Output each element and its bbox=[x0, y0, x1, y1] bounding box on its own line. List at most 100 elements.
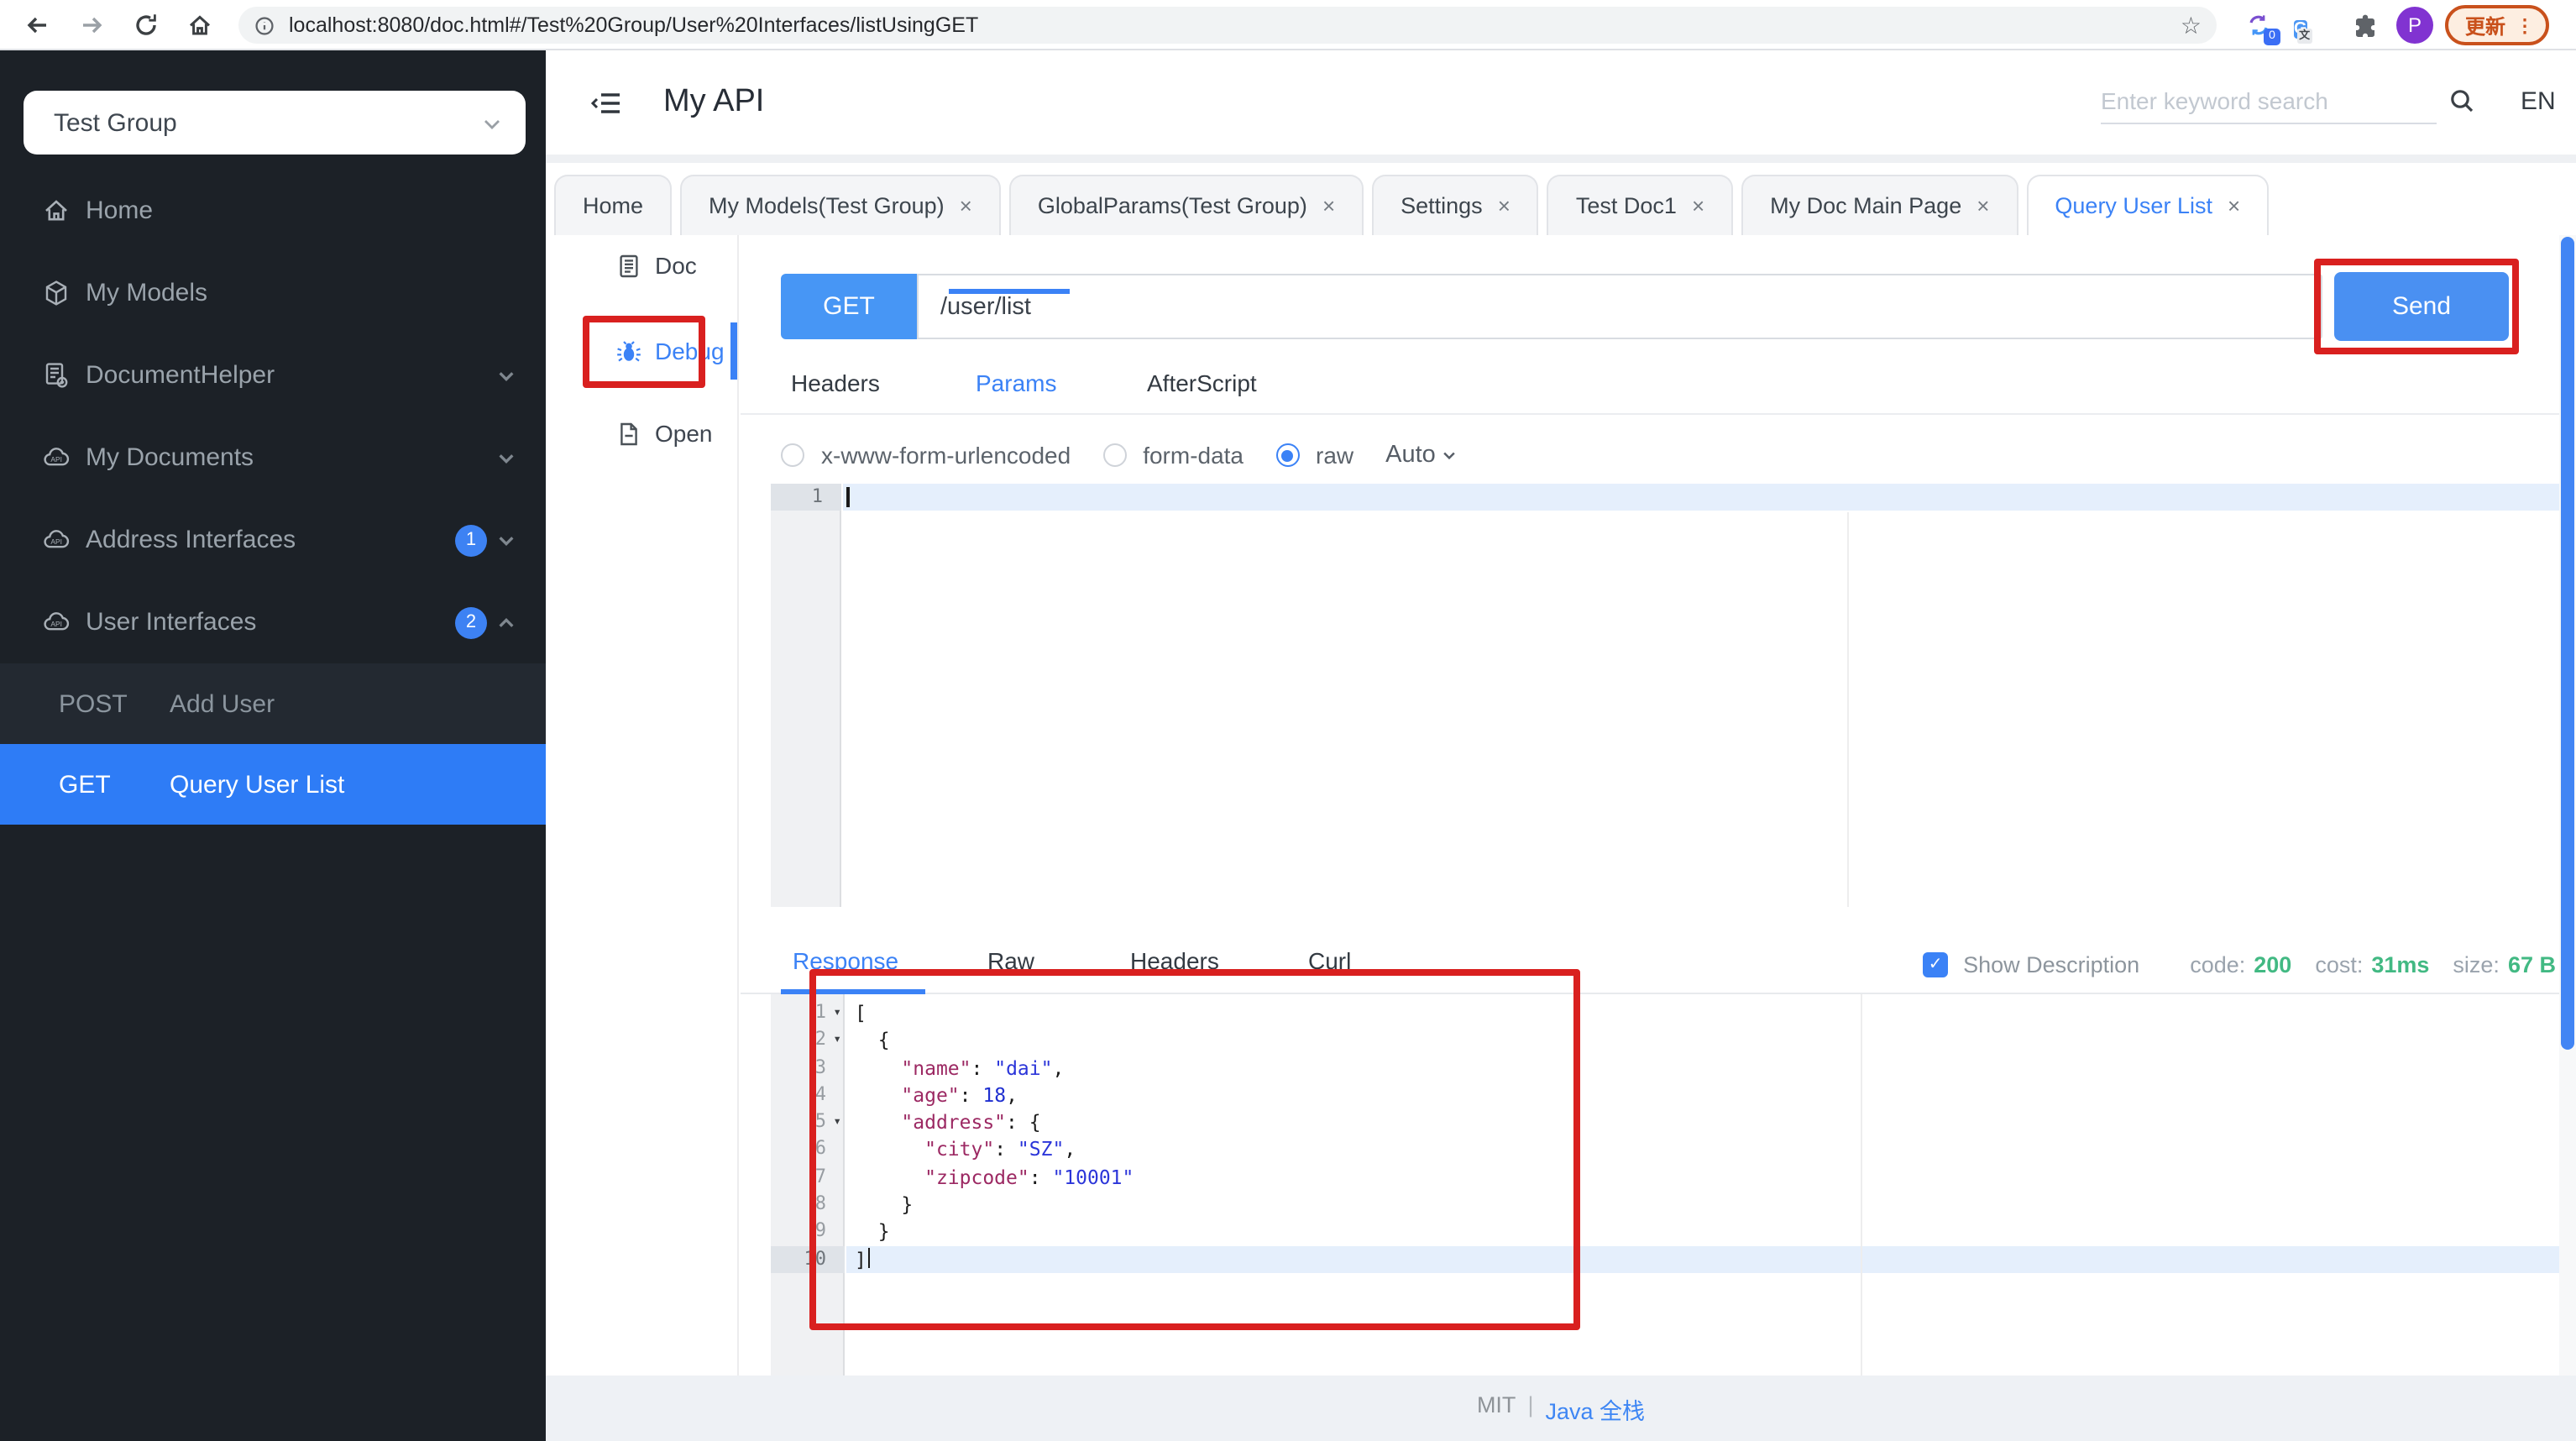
extension-badge: 0 bbox=[2264, 29, 2280, 45]
code-line: 8 } bbox=[814, 1192, 914, 1217]
tab-close-icon[interactable]: × bbox=[1977, 193, 1989, 218]
code-line: 6 "city": "SZ", bbox=[814, 1137, 1076, 1161]
response-tab[interactable]: Curl bbox=[1308, 947, 1351, 974]
browser-update-button[interactable]: 更新 ⋮ bbox=[2445, 5, 2550, 45]
fold-caret-icon[interactable]: ▾ bbox=[826, 1027, 841, 1055]
request-url-input[interactable] bbox=[917, 274, 2322, 339]
code-line: 1 ▾ [ bbox=[741, 999, 2576, 1027]
body-type-options: x-www-form-urlencoded form-data raw Auto bbox=[781, 432, 1458, 479]
body-type-radio[interactable]: raw bbox=[1275, 442, 1353, 469]
response-meta: ✓ Show Description code: 200 cost: 31ms … bbox=[1923, 934, 2556, 994]
doc-nav-label: Doc bbox=[655, 252, 697, 279]
interface-item[interactable]: POST Add User bbox=[0, 663, 546, 744]
sidebar-item-icon: API bbox=[42, 608, 71, 637]
chevron-icon bbox=[497, 613, 516, 631]
request-tab[interactable]: Params bbox=[976, 369, 1056, 396]
search-input[interactable] bbox=[2101, 77, 2437, 124]
address-bar[interactable]: localhost:8080/doc.html#/Test%20Group/Us… bbox=[238, 7, 2217, 44]
stat-value: 200 bbox=[2254, 951, 2292, 977]
scrollbar-thumb[interactable] bbox=[2561, 237, 2574, 1050]
show-description-checkbox[interactable]: ✓ bbox=[1923, 951, 1949, 977]
count-badge: 2 bbox=[455, 606, 487, 638]
sidebar-item[interactable]: API My Documents bbox=[0, 417, 546, 499]
document-tab[interactable]: Test Doc1 × bbox=[1547, 175, 1734, 235]
sidebar-item-label: My Documents bbox=[86, 443, 254, 472]
response-tab[interactable]: Headers bbox=[1130, 947, 1219, 974]
request-body-editor[interactable]: 1 bbox=[741, 484, 2576, 907]
radio-icon bbox=[1102, 443, 1127, 467]
sidebar-nav: Home My Models DocumentHelper API My Doc… bbox=[0, 170, 546, 663]
radio-icon bbox=[781, 443, 804, 467]
tab-close-icon[interactable]: × bbox=[1692, 193, 1704, 218]
browser-home-icon[interactable] bbox=[186, 12, 213, 39]
sidebar-item[interactable]: My Models bbox=[0, 252, 546, 334]
send-button[interactable]: Send bbox=[2334, 272, 2509, 341]
browser-menu-icon[interactable]: ⋮ bbox=[2516, 14, 2534, 36]
sidebar-item[interactable]: Home bbox=[0, 170, 546, 252]
bookmark-star-icon[interactable]: ☆ bbox=[2181, 11, 2202, 39]
sidebar-item[interactable]: DocumentHelper bbox=[0, 334, 546, 417]
body-type-radio[interactable]: form-data bbox=[1102, 442, 1243, 469]
document-tab[interactable]: Home bbox=[554, 175, 673, 235]
collapse-sidebar-icon[interactable] bbox=[590, 87, 623, 119]
document-tab[interactable]: Settings × bbox=[1372, 175, 1539, 235]
search-icon[interactable] bbox=[2448, 87, 2475, 114]
response-tab[interactable]: Response bbox=[793, 947, 898, 974]
extensions-puzzle-icon[interactable] bbox=[2349, 12, 2376, 39]
sidebar-item[interactable]: API Address Interfaces 1 bbox=[0, 499, 546, 581]
format-select[interactable]: Auto bbox=[1385, 442, 1458, 469]
request-tab[interactable]: Headers bbox=[791, 369, 880, 396]
browser-reload-icon[interactable] bbox=[133, 12, 160, 39]
browser-back-icon[interactable] bbox=[24, 12, 50, 39]
footer-link[interactable]: Java 全栈 bbox=[1545, 1392, 1645, 1441]
doc-nav-item[interactable]: Open bbox=[546, 411, 737, 455]
sidebar-item-label: User Interfaces bbox=[86, 608, 257, 637]
sidebar-item-label: Home bbox=[86, 196, 154, 225]
sidebar-item-label: My Models bbox=[86, 279, 208, 307]
tab-close-icon[interactable]: × bbox=[2228, 193, 2240, 218]
doc-nav-label: Open bbox=[655, 420, 713, 447]
doc-side-nav: Doc Debug Open bbox=[546, 235, 739, 1376]
doc-nav-item[interactable]: Debug bbox=[546, 329, 737, 373]
response-body-editor[interactable]: 1 ▾ [ 2 ▾ {3 "name": "dai", 4 "age": 18… bbox=[741, 994, 2576, 1376]
site-info-icon[interactable] bbox=[254, 14, 275, 36]
tab-close-icon[interactable]: × bbox=[960, 193, 972, 218]
tab-label: My Models(Test Group) bbox=[709, 193, 945, 218]
sync-extension-icon[interactable]: 0 bbox=[2245, 12, 2280, 45]
request-tab[interactable]: AfterScript bbox=[1147, 369, 1257, 396]
response-stat: code: 200 bbox=[2190, 951, 2292, 977]
document-tab[interactable]: Query User List × bbox=[2026, 175, 2270, 235]
translate-extension-icon[interactable]: G 文 bbox=[2294, 12, 2321, 44]
screen: localhost:8080/doc.html#/Test%20Group/Us… bbox=[0, 0, 2576, 1441]
sidebar-item-icon: API bbox=[42, 526, 71, 554]
interface-item[interactable]: GET Query User List bbox=[0, 744, 546, 825]
document-tab[interactable]: My Models(Test Group) × bbox=[680, 175, 1001, 235]
doc-nav-item[interactable]: Doc bbox=[546, 244, 737, 287]
tab-close-icon[interactable]: × bbox=[1322, 193, 1335, 218]
sidebar-item[interactable]: API User Interfaces 2 bbox=[0, 581, 546, 663]
browser-profile-avatar[interactable]: P bbox=[2396, 7, 2433, 44]
editor-gutter bbox=[771, 484, 841, 907]
chevron-icon bbox=[497, 366, 516, 385]
document-tab[interactable]: My Doc Main Page × bbox=[1741, 175, 2018, 235]
document-tab[interactable]: GlobalParams(Test Group) × bbox=[1008, 175, 1364, 235]
code-line: 1 bbox=[741, 484, 2576, 511]
stat-value: 67 B bbox=[2507, 951, 2556, 977]
active-nav-indicator bbox=[730, 322, 737, 380]
response-tab[interactable]: Raw bbox=[987, 947, 1034, 974]
chevron-icon bbox=[497, 531, 516, 549]
scrollbar-track[interactable] bbox=[2559, 235, 2576, 1376]
fold-caret-icon[interactable]: ▾ bbox=[826, 999, 841, 1027]
group-select[interactable]: Test Group bbox=[24, 91, 526, 155]
browser-forward-icon[interactable] bbox=[79, 12, 106, 39]
url-text[interactable]: localhost:8080/doc.html#/Test%20Group/Us… bbox=[289, 13, 2181, 37]
doc-nav-icon bbox=[616, 338, 641, 364]
tab-close-icon[interactable]: × bbox=[1498, 193, 1511, 218]
code-line: 3 "name": "dai", bbox=[814, 1056, 1065, 1080]
chevron-down-icon bbox=[1441, 447, 1458, 464]
fold-caret-icon[interactable]: ▾ bbox=[826, 1108, 841, 1136]
code-line: 7 "zipcode": "10001" bbox=[814, 1165, 1134, 1189]
language-switch[interactable]: EN bbox=[2521, 87, 2556, 116]
app-header: My API EN bbox=[546, 50, 2576, 163]
body-type-radio[interactable]: x-www-form-urlencoded bbox=[781, 442, 1071, 469]
